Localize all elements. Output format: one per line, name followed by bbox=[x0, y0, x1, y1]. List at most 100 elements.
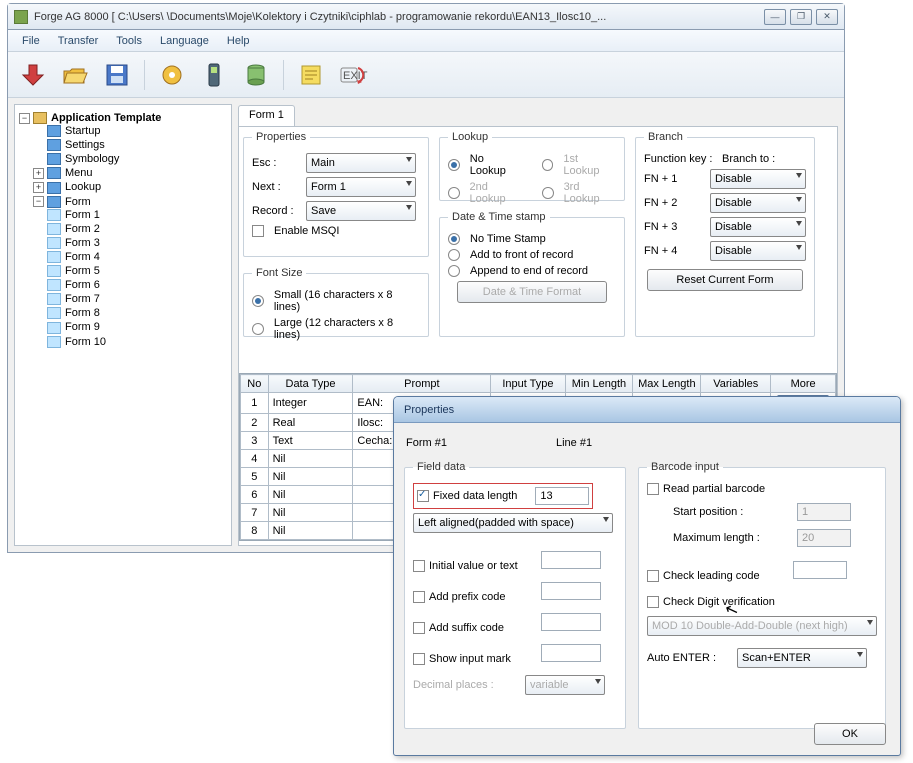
auto-enter-select[interactable]: Scan+ENTER bbox=[737, 648, 867, 668]
menu-tools[interactable]: Tools bbox=[108, 33, 150, 49]
cell[interactable]: 3 bbox=[241, 432, 269, 450]
front-timestamp-radio[interactable] bbox=[448, 249, 460, 261]
cell[interactable]: Integer bbox=[268, 393, 353, 414]
suffix-checkbox[interactable] bbox=[413, 622, 425, 634]
tree-form-item[interactable]: Form 9 bbox=[47, 320, 227, 334]
cell[interactable]: Nil bbox=[268, 504, 353, 522]
fn4-select[interactable]: Disable bbox=[710, 241, 806, 261]
tree-form-item[interactable]: Form 4 bbox=[47, 250, 227, 264]
toolbar-note-icon[interactable] bbox=[294, 58, 328, 92]
enable-msqi-checkbox[interactable] bbox=[252, 225, 264, 237]
toolbar-sep bbox=[144, 60, 145, 90]
fn1-value: Disable bbox=[715, 173, 752, 185]
ok-button[interactable]: OK bbox=[814, 723, 886, 745]
esc-select[interactable]: Main bbox=[306, 153, 416, 173]
next-select[interactable]: Form 1 bbox=[306, 177, 416, 197]
font-large-radio[interactable] bbox=[252, 323, 264, 335]
no-lookup-radio[interactable] bbox=[448, 159, 460, 171]
input-mark-label: Show input mark bbox=[429, 653, 541, 665]
cell[interactable]: 8 bbox=[241, 522, 269, 540]
cell[interactable]: 4 bbox=[241, 450, 269, 468]
toolbar-gear-icon[interactable] bbox=[155, 58, 189, 92]
leading-code-input[interactable] bbox=[793, 561, 847, 579]
tree-form-item[interactable]: Form 2 bbox=[47, 222, 227, 236]
tree-menu[interactable]: +Menu bbox=[33, 166, 227, 180]
tree-form-item[interactable]: Form 5 bbox=[47, 264, 227, 278]
reset-form-button[interactable]: Reset Current Form bbox=[647, 269, 803, 291]
tree-form-item[interactable]: Form 6 bbox=[47, 278, 227, 292]
tree-root-label: Application Template bbox=[51, 112, 161, 124]
cell[interactable]: Text bbox=[268, 432, 353, 450]
tree-root[interactable]: − Application Template Startup Settings S… bbox=[19, 111, 227, 351]
check-digit-checkbox[interactable] bbox=[647, 596, 659, 608]
toolbar-server-icon[interactable] bbox=[239, 58, 273, 92]
cell[interactable]: 1 bbox=[241, 393, 269, 414]
expand-icon[interactable]: + bbox=[33, 168, 44, 179]
cell[interactable]: Real bbox=[268, 414, 353, 432]
menu-file[interactable]: File bbox=[14, 33, 48, 49]
tree-lookup[interactable]: +Lookup bbox=[33, 180, 227, 194]
fn2-select[interactable]: Disable bbox=[710, 193, 806, 213]
tree-form[interactable]: −Form Form 1 Form 2 Form 3 Form 4 Form 5… bbox=[33, 195, 227, 350]
form-icon bbox=[47, 293, 61, 305]
fn1-select[interactable]: Disable bbox=[710, 169, 806, 189]
toolbar-download-icon[interactable] bbox=[16, 58, 50, 92]
cell[interactable]: Nil bbox=[268, 522, 353, 540]
prefix-input[interactable] bbox=[541, 582, 601, 600]
close-button[interactable]: ✕ bbox=[816, 9, 838, 25]
suffix-input[interactable] bbox=[541, 613, 601, 631]
initial-value-input[interactable] bbox=[541, 551, 601, 569]
input-mark-checkbox[interactable] bbox=[413, 653, 425, 665]
tab-form1[interactable]: Form 1 bbox=[238, 105, 295, 127]
cell[interactable]: 6 bbox=[241, 486, 269, 504]
cell[interactable]: Nil bbox=[268, 450, 353, 468]
dialog-title-bar[interactable]: Properties bbox=[394, 397, 900, 423]
record-select[interactable]: Save bbox=[306, 201, 416, 221]
toolbar-open-icon[interactable] bbox=[58, 58, 92, 92]
tree-panel[interactable]: − Application Template Startup Settings S… bbox=[14, 104, 232, 546]
fn3-select[interactable]: Disable bbox=[710, 217, 806, 237]
collapse-icon[interactable]: − bbox=[33, 196, 44, 207]
alignment-select[interactable]: Left aligned(padded with space) bbox=[413, 513, 613, 533]
cell[interactable]: Nil bbox=[268, 486, 353, 504]
tree-startup[interactable]: Startup bbox=[33, 124, 227, 138]
expand-icon[interactable]: + bbox=[33, 182, 44, 193]
append-timestamp-radio[interactable] bbox=[448, 265, 460, 277]
cell[interactable]: 5 bbox=[241, 468, 269, 486]
minimize-button[interactable]: — bbox=[764, 9, 786, 25]
title-bar[interactable]: Forge AG 8000 [ C:\Users\ \Documents\Moj… bbox=[8, 4, 844, 30]
col-prompt: Prompt bbox=[353, 375, 491, 393]
toolbar-device-icon[interactable] bbox=[197, 58, 231, 92]
initial-value-checkbox[interactable] bbox=[413, 560, 425, 572]
tree-form-item[interactable]: Form 10 bbox=[47, 335, 227, 349]
tree-label: Form 8 bbox=[65, 307, 100, 319]
maximize-button[interactable]: ❐ bbox=[790, 9, 812, 25]
tree-settings[interactable]: Settings bbox=[33, 138, 227, 152]
tree-form-item[interactable]: Form 7 bbox=[47, 292, 227, 306]
toolbar-save-icon[interactable] bbox=[100, 58, 134, 92]
col-no: No bbox=[241, 375, 269, 393]
prefix-checkbox[interactable] bbox=[413, 591, 425, 603]
menu-language[interactable]: Language bbox=[152, 33, 217, 49]
tree-form-item[interactable]: Form 1 bbox=[47, 208, 227, 222]
line-number-label: Line #1 bbox=[556, 437, 592, 449]
fixed-length-input[interactable]: 13 bbox=[535, 487, 589, 505]
cell[interactable]: 2 bbox=[241, 414, 269, 432]
cell[interactable]: Nil bbox=[268, 468, 353, 486]
input-mark-input[interactable] bbox=[541, 644, 601, 662]
leading-code-checkbox[interactable] bbox=[647, 570, 659, 582]
tree-form-item[interactable]: Form 3 bbox=[47, 236, 227, 250]
toolbar-exit-icon[interactable]: EXIT bbox=[336, 58, 370, 92]
tree-label: Settings bbox=[65, 139, 105, 151]
menu-help[interactable]: Help bbox=[219, 33, 258, 49]
collapse-icon[interactable]: − bbox=[19, 113, 30, 124]
tree-form-item[interactable]: Form 8 bbox=[47, 306, 227, 320]
no-timestamp-radio[interactable] bbox=[448, 233, 460, 245]
tab-strip: Form 1 bbox=[238, 104, 838, 126]
tree-symbology[interactable]: Symbology bbox=[33, 152, 227, 166]
menu-transfer[interactable]: Transfer bbox=[50, 33, 107, 49]
fixed-length-checkbox[interactable] bbox=[417, 490, 429, 502]
read-partial-checkbox[interactable] bbox=[647, 483, 659, 495]
font-small-radio[interactable] bbox=[252, 295, 264, 307]
cell[interactable]: 7 bbox=[241, 504, 269, 522]
